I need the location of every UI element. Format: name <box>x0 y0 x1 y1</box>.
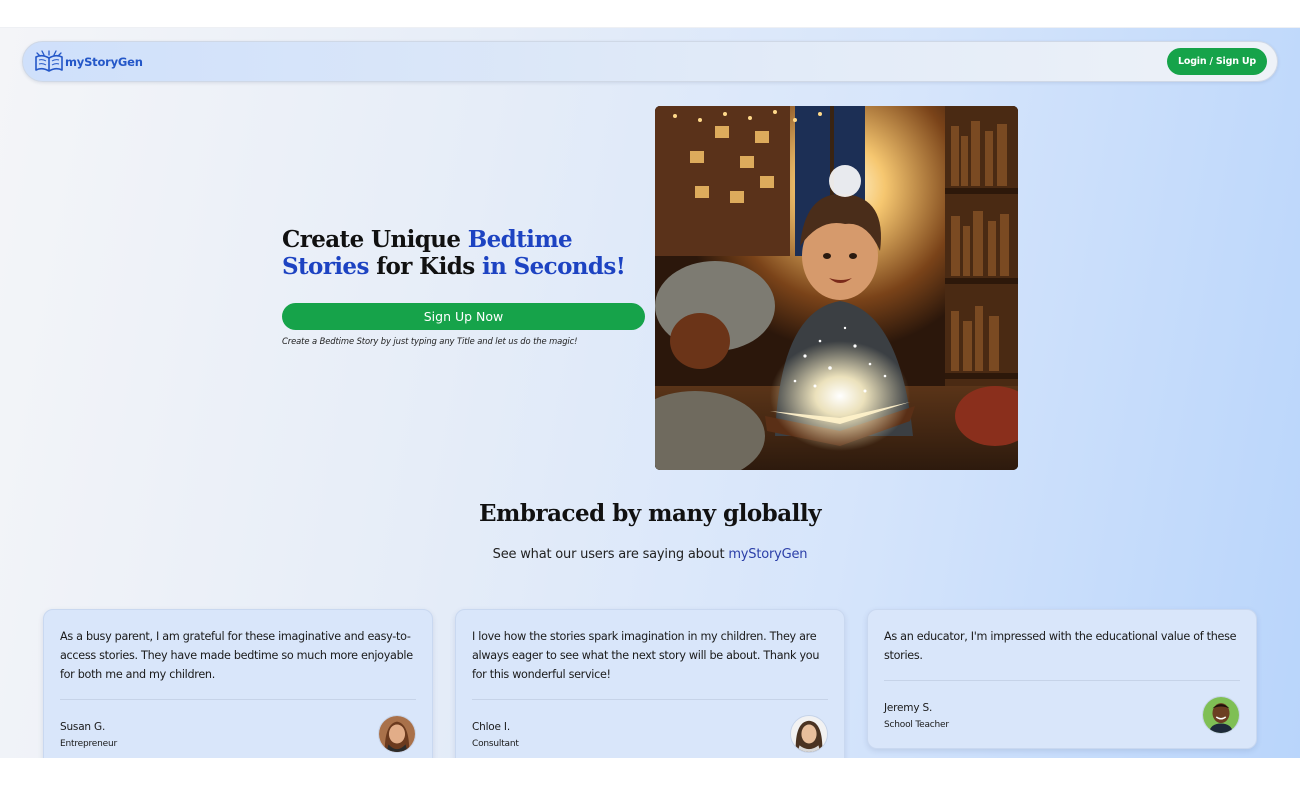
hero-title-highlight: Bedtime <box>467 226 573 253</box>
testimonial-author-role: Consultant <box>472 739 519 749</box>
hero-title: Create Unique Bedtime Stories for Kids i… <box>282 226 642 280</box>
hero-title-highlight: in Seconds! <box>481 253 626 280</box>
top-blank-bar <box>0 0 1300 28</box>
avatar <box>790 715 828 753</box>
testimonial-quote: I love how the stories spark imagination… <box>472 630 820 681</box>
navbar: myStoryGen Login / Sign Up <box>22 41 1278 82</box>
sign-up-now-button[interactable]: Sign Up Now <box>282 303 645 330</box>
woman-portrait-avatar <box>791 716 827 752</box>
bottom-blank-bar <box>0 758 1300 788</box>
testimonials-subtitle: See what our users are saying about mySt… <box>0 547 1300 562</box>
hero-title-part: Create Unique <box>282 226 468 253</box>
testimonial-card: I love how the stories spark imagination… <box>455 609 845 758</box>
testimonial-author-role: School Teacher <box>884 720 949 730</box>
testimonials-subtitle-text: See what our users are saying about <box>492 547 729 562</box>
testimonial-quote: As an educator, I'm impressed with the e… <box>884 630 1237 662</box>
man-portrait-avatar <box>1203 697 1239 733</box>
brand-logo-link[interactable]: myStoryGen <box>34 47 143 77</box>
testimonial-author-name: Susan G. <box>60 721 106 733</box>
card-divider <box>472 699 828 700</box>
avatar <box>378 715 416 753</box>
open-book-icon <box>35 50 63 72</box>
hero-title-highlight: Stories <box>282 253 369 280</box>
card-divider <box>60 699 416 700</box>
card-divider <box>884 680 1240 681</box>
hero-image <box>655 106 1018 470</box>
hero-caption: Create a Bedtime Story by just typing an… <box>282 336 578 346</box>
brand-name: myStoryGen <box>65 55 143 69</box>
testimonial-author-role: Entrepreneur <box>60 739 117 749</box>
testimonials-subtitle-brand: myStoryGen <box>728 547 808 562</box>
testimonials-title: Embraced by many globally <box>479 500 821 527</box>
testimonial-author-name: Jeremy S. <box>884 702 933 714</box>
testimonial-quote: As a busy parent, I am grateful for thes… <box>60 630 413 681</box>
boy-reading-glowing-book-illustration <box>655 106 1018 470</box>
hero-title-part: for Kids <box>368 253 482 280</box>
woman-portrait-avatar <box>379 716 415 752</box>
landing-page: myStoryGen Login / Sign Up Create Unique… <box>0 28 1300 758</box>
login-signup-button[interactable]: Login / Sign Up <box>1167 48 1267 75</box>
testimonial-card: As an educator, I'm impressed with the e… <box>867 609 1257 749</box>
testimonial-card: As a busy parent, I am grateful for thes… <box>43 609 433 758</box>
avatar <box>1202 696 1240 734</box>
testimonial-author-name: Chloe I. <box>472 721 510 733</box>
